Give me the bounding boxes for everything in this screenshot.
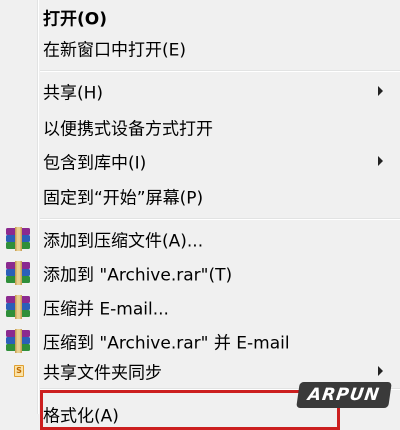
winrar-archive-icon (6, 227, 30, 251)
submenu-arrow-icon (378, 366, 383, 376)
shared-folder-sync-icon: S (14, 365, 24, 377)
winrar-archive-icon (6, 261, 30, 285)
menu-separator (40, 218, 400, 220)
menu-item-add-to-archive[interactable]: 添加到压缩文件(A)... (0, 222, 400, 256)
menu-item-add-to-archive-rar[interactable]: 添加到 "Archive.rar"(T) (0, 256, 400, 290)
menu-item-share[interactable]: 共享(H) (0, 74, 400, 108)
format-highlight-box (40, 390, 340, 430)
menu-item-open-new-window[interactable]: 在新窗口中打开(E) (0, 31, 400, 65)
menu-item-compress-rar-and-email[interactable]: 压缩到 "Archive.rar" 并 E-mail (0, 324, 400, 358)
menu-separator (40, 70, 400, 72)
menu-item-compress-and-email[interactable]: 压缩并 E-mail... (0, 290, 400, 324)
winrar-archive-icon (6, 295, 30, 319)
menu-item-label: 固定到“开始”屏幕(P) (43, 188, 204, 209)
menu-item-label: 以便携式设备方式打开 (43, 119, 213, 140)
menu-item-open-as-portable-device[interactable]: 以便携式设备方式打开 (0, 110, 400, 144)
menu-item-open[interactable]: 打开(O) (0, 0, 400, 34)
menu-item-label: 添加到压缩文件(A)... (43, 231, 204, 252)
menu-item-include-in-library[interactable]: 包含到库中(I) (0, 144, 400, 178)
context-menu: 打开(O) 在新窗口中打开(E) 共享(H) 以便携式设备方式打开 包含到库中(… (0, 0, 400, 430)
submenu-arrow-icon (378, 156, 383, 166)
menu-item-label: 共享(H) (43, 83, 104, 104)
menu-item-label: 共享文件夹同步 (43, 363, 162, 384)
menu-item-label: 在新窗口中打开(E) (43, 40, 187, 61)
menu-item-label: 打开(O) (43, 9, 107, 30)
menu-item-label: 添加到 "Archive.rar"(T) (43, 265, 233, 286)
submenu-arrow-icon (378, 86, 383, 96)
menu-item-pin-to-start[interactable]: 固定到“开始”屏幕(P) (0, 179, 400, 213)
menu-item-label: 压缩到 "Archive.rar" 并 E-mail (43, 333, 290, 354)
watermark-logo: ARPUN (296, 382, 392, 408)
menu-item-label: 包含到库中(I) (43, 153, 147, 174)
menu-item-label: 压缩并 E-mail... (43, 299, 169, 320)
winrar-archive-icon (6, 329, 30, 353)
